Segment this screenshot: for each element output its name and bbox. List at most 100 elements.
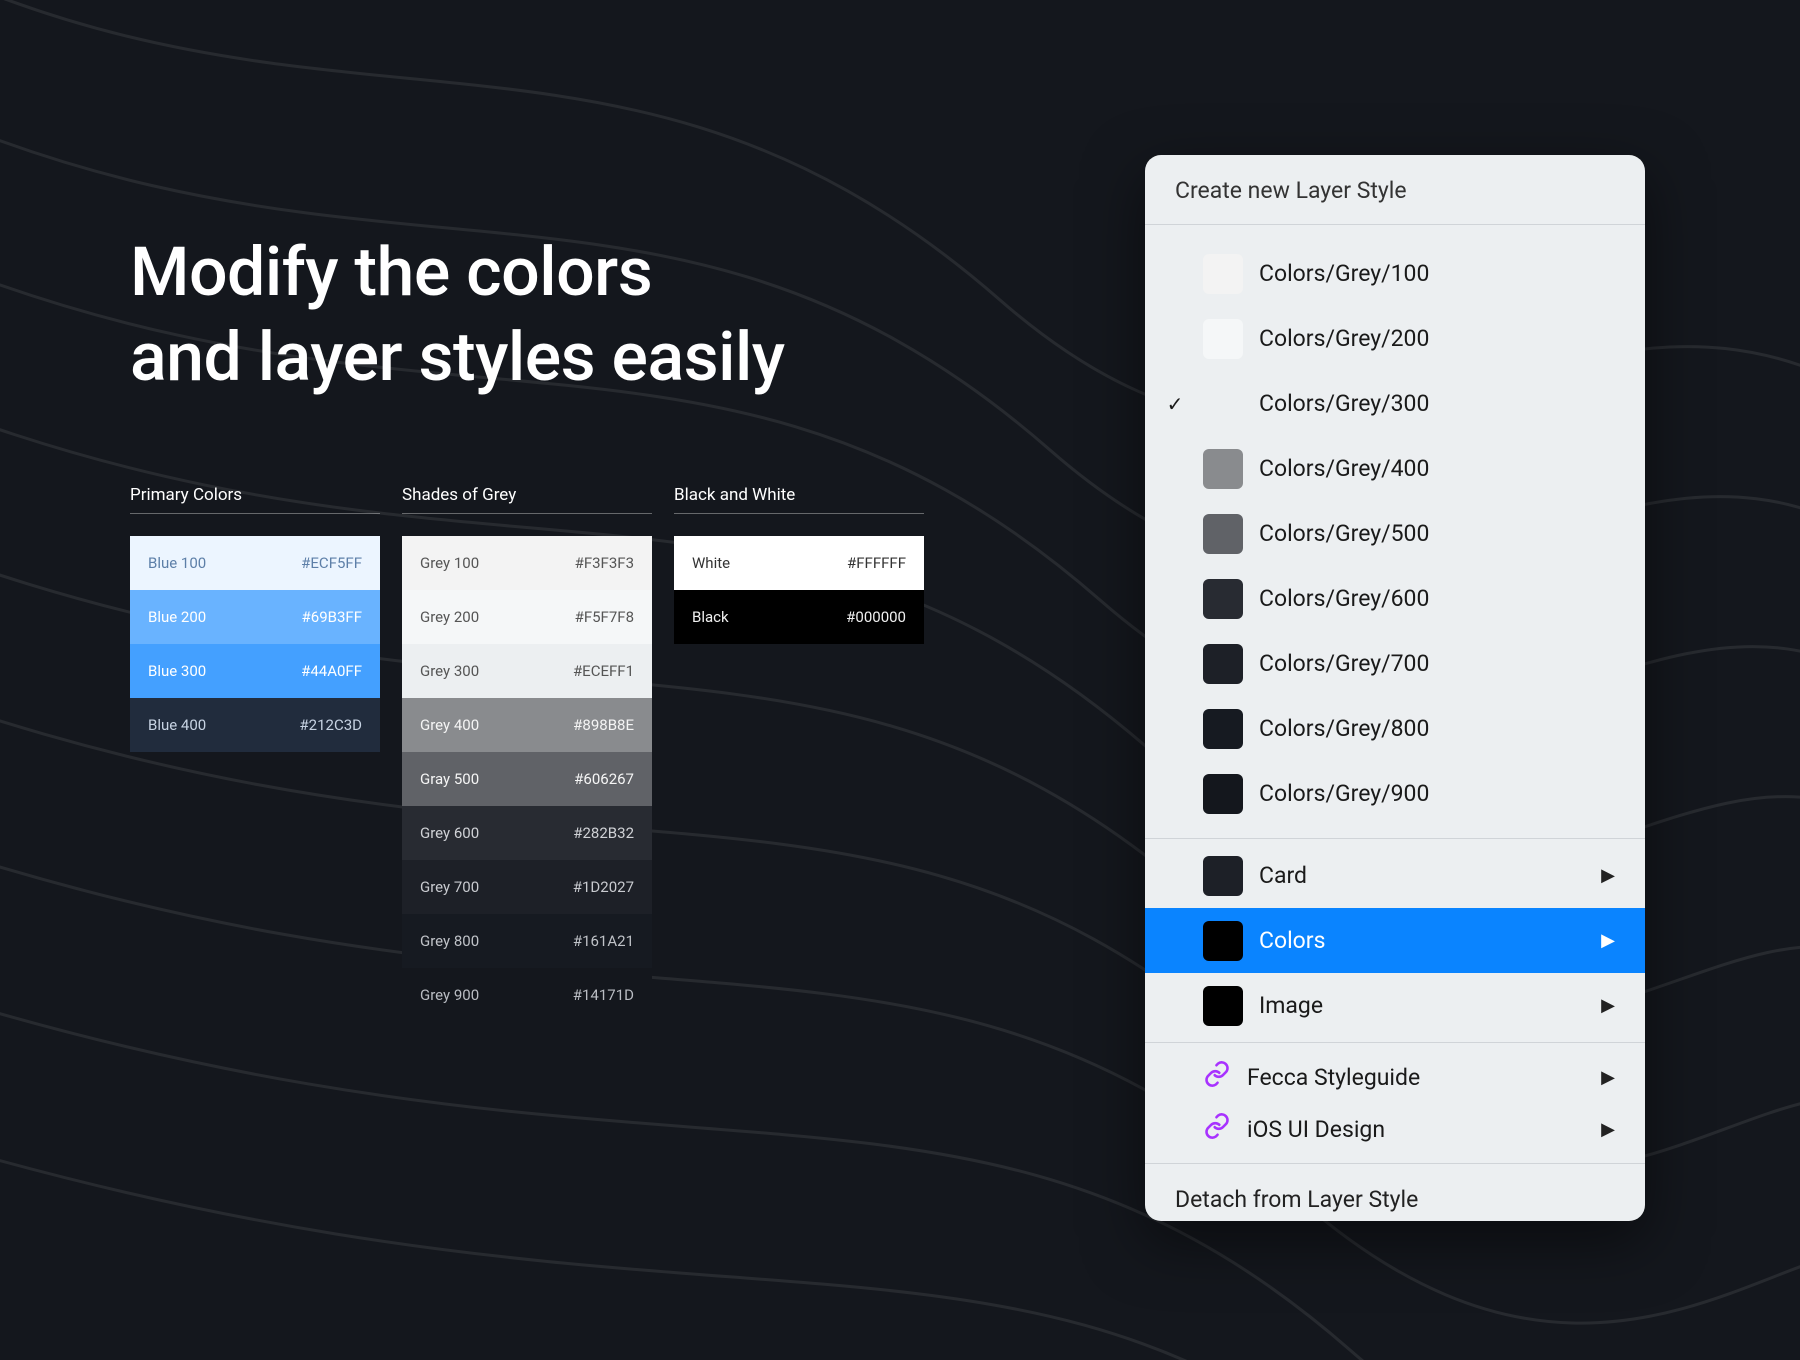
palettes-container: Primary Colors Blue 100 #ECF5FF Blue 200 #69… (130, 485, 924, 1022)
layer-style-color-item[interactable]: Colors/Grey/600 (1145, 566, 1645, 631)
panel-color-list: Colors/Grey/100 Colors/Grey/200 ✓ Colors/Gr… (1145, 225, 1645, 839)
organize-layer-styles[interactable]: Organize Layer Styles (1175, 1217, 1615, 1221)
swatch-name: Grey 400 (420, 716, 479, 734)
layer-style-color-label: Colors/Grey/100 (1259, 260, 1615, 287)
swatch-name: Grey 800 (420, 932, 479, 950)
swatch-row[interactable]: Grey 100 #F3F3F3 (402, 536, 652, 590)
link-icon (1203, 1112, 1231, 1146)
color-swatch (1203, 644, 1243, 684)
layer-style-group-item[interactable]: Image ▶ (1145, 973, 1645, 1038)
panel-header: Create new Layer Style (1145, 155, 1645, 225)
swatch-row[interactable]: Grey 700 #1D2027 (402, 860, 652, 914)
layer-style-group-item[interactable]: Colors ▶ (1145, 908, 1645, 973)
swatch-row[interactable]: Grey 800#161A21 (402, 914, 652, 968)
layer-style-group-label: Card (1259, 862, 1585, 889)
swatch-row[interactable]: Blue 400 #212C3D (130, 698, 380, 752)
swatch-hex: #FFFFFF (847, 554, 906, 572)
swatch-row[interactable]: Grey 200 #F5F7F8 (402, 590, 652, 644)
layer-style-group-label: Colors (1259, 927, 1585, 954)
layer-style-color-item[interactable]: Colors/Grey/800 (1145, 696, 1645, 761)
panel-library-list: Fecca Styleguide▶iOS UI Design▶ (1145, 1043, 1645, 1164)
swatch-name: Blue 200 (148, 608, 206, 626)
swatch-name: Grey 600 (420, 824, 479, 842)
swatch-name: Gray 500 (420, 770, 479, 788)
swatch-row[interactable]: Blue 100 #ECF5FF (130, 536, 380, 590)
swatch-name: Grey 700 (420, 878, 479, 896)
layer-style-color-item[interactable]: Colors/Grey/700 (1145, 631, 1645, 696)
group-swatch (1203, 986, 1243, 1026)
swatch-name: Blue 100 (148, 554, 206, 572)
layer-style-color-item[interactable]: Colors/Grey/900 (1145, 761, 1645, 826)
layer-style-color-item[interactable]: Colors/Grey/500 (1145, 501, 1645, 566)
swatch-name: Blue 400 (148, 716, 206, 734)
swatch-row[interactable]: Black #000000 (674, 590, 924, 644)
swatch-name: Grey 300 (420, 662, 479, 680)
swatch-hex: #F5F7F8 (575, 608, 634, 626)
chevron-right-icon: ▶ (1601, 995, 1615, 1016)
swatch-hex: #1D2027 (573, 878, 634, 896)
swatch-row[interactable]: Grey 300 #ECEFF1 (402, 644, 652, 698)
palette-header: Shades of Grey (402, 485, 652, 514)
layer-style-color-label: Colors/Grey/200 (1259, 325, 1615, 352)
swatch-hex: #ECEFF1 (573, 662, 634, 680)
color-swatch (1203, 514, 1243, 554)
swatch-hex: #606267 (574, 770, 634, 788)
swatch-name: Grey 200 (420, 608, 479, 626)
swatch-row[interactable]: White #FFFFFF (674, 536, 924, 590)
layer-style-color-label: Colors/Grey/800 (1259, 715, 1615, 742)
swatch-name: Blue 300 (148, 662, 206, 680)
color-swatch (1203, 709, 1243, 749)
color-swatch (1203, 319, 1243, 359)
swatch-hex: #69B3FF (302, 608, 362, 626)
layer-style-library-label: Fecca Styleguide (1247, 1064, 1585, 1091)
layer-style-color-label: Colors/Grey/600 (1259, 585, 1615, 612)
color-swatch (1203, 384, 1243, 424)
hero-heading: Modify the colors and layer styles easil… (130, 230, 1030, 400)
link-icon (1203, 1060, 1231, 1094)
swatch-row[interactable]: Grey 400 #898B8E (402, 698, 652, 752)
chevron-right-icon: ▶ (1601, 1119, 1615, 1140)
check-icon: ✓ (1163, 392, 1187, 416)
color-swatch (1203, 449, 1243, 489)
palette-column: Primary Colors Blue 100 #ECF5FF Blue 200 #69… (130, 485, 380, 1022)
palette-column: Black and White White #FFFFFF Black #000000 (674, 485, 924, 1022)
chevron-right-icon: ▶ (1601, 930, 1615, 951)
swatch-row[interactable]: Grey 600 #282B32 (402, 806, 652, 860)
color-swatch (1203, 254, 1243, 294)
swatch-hex: #898B8E (573, 716, 634, 734)
hero-line-1: Modify the colors (130, 232, 652, 312)
swatch-hex: #F3F3F3 (575, 554, 634, 572)
palette-header: Primary Colors (130, 485, 380, 514)
layer-style-library-item[interactable]: iOS UI Design▶ (1145, 1103, 1645, 1155)
layer-style-group-label: Image (1259, 992, 1585, 1019)
swatch-name: Black (692, 608, 729, 626)
swatch-name: White (692, 554, 730, 572)
color-swatch (1203, 579, 1243, 619)
layer-style-color-item[interactable]: ✓ Colors/Grey/300 (1145, 371, 1645, 436)
swatch-row[interactable]: Gray 500 #606267 (402, 752, 652, 806)
panel-group-list: Card ▶ Colors ▶ Image ▶ (1145, 839, 1645, 1043)
layer-style-color-item[interactable]: Colors/Grey/400 (1145, 436, 1645, 501)
palette-header: Black and White (674, 485, 924, 514)
chevron-right-icon: ▶ (1601, 1067, 1615, 1088)
swatch-name: Grey 900 (420, 986, 479, 1004)
swatch-hex: #ECF5FF (301, 554, 362, 572)
swatch-row[interactable]: Grey 900 #14171D (402, 968, 652, 1022)
layer-style-panel: Create new Layer Style Colors/Grey/100Co… (1145, 155, 1645, 1221)
swatch-row[interactable]: Blue 200 #69B3FF (130, 590, 380, 644)
swatch-name: Grey 100 (420, 554, 479, 572)
swatch-row[interactable]: Blue 300#44A0FF (130, 644, 380, 698)
chevron-right-icon: ▶ (1601, 865, 1615, 886)
layer-style-color-label: Colors/Grey/700 (1259, 650, 1615, 677)
layer-style-group-item[interactable]: Card ▶ (1145, 843, 1645, 908)
layer-style-color-item[interactable]: Colors/Grey/100 (1145, 241, 1645, 306)
swatch-hex: #000000 (846, 608, 906, 626)
swatch-hex: #212C3D (299, 716, 362, 734)
swatch-hex: #14171D (573, 986, 634, 1004)
layer-style-color-label: Colors/Grey/500 (1259, 520, 1615, 547)
layer-style-library-item[interactable]: Fecca Styleguide ▶ (1145, 1051, 1645, 1103)
layer-style-color-label: Colors/Grey/300 (1259, 390, 1615, 417)
detach-layer-style[interactable]: Detach from Layer Style (1175, 1182, 1615, 1217)
layer-style-color-item[interactable]: Colors/Grey/200 (1145, 306, 1645, 371)
swatch-hex: #282B32 (573, 824, 634, 842)
